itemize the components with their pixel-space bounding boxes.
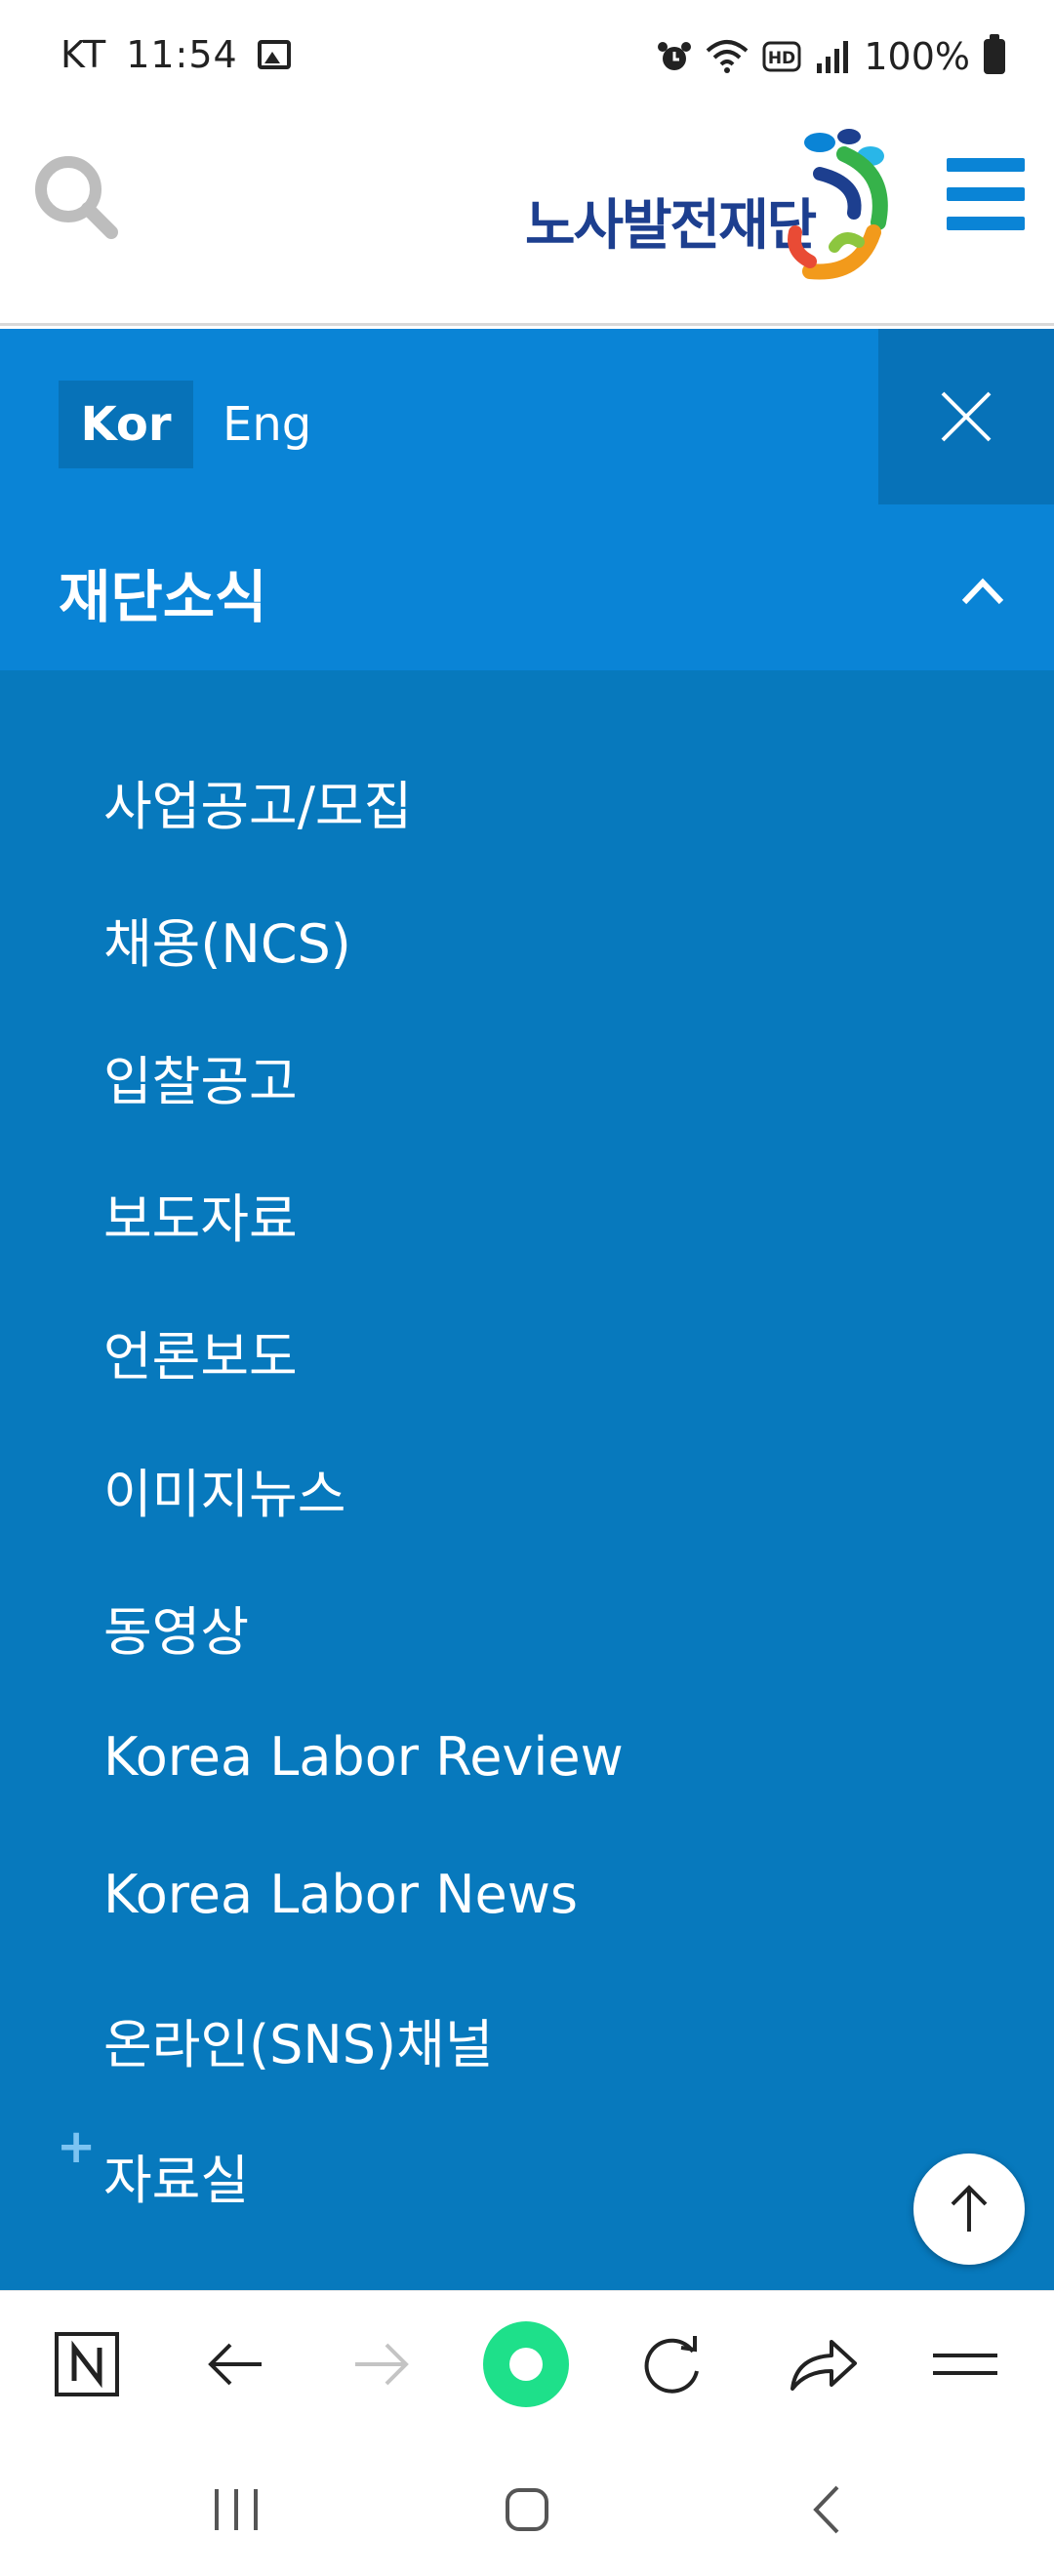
submenu-item-announcements[interactable]: 사업공고/모집 bbox=[103, 763, 412, 840]
section-title: 재단소식 bbox=[59, 564, 267, 630]
battery-icon bbox=[984, 34, 1005, 74]
status-right: HD 100% bbox=[657, 34, 1005, 78]
submenu-item-recruitment[interactable]: 채용(NCS) bbox=[103, 901, 351, 978]
search-icon[interactable] bbox=[27, 148, 125, 246]
lang-eng-button[interactable]: Eng bbox=[223, 381, 311, 468]
browser-toolbar bbox=[0, 2290, 1054, 2436]
hd-icon: HD bbox=[762, 41, 801, 72]
scroll-to-top-button[interactable] bbox=[913, 2153, 1025, 2265]
status-bar: KT 11:54 HD 100% bbox=[0, 0, 1054, 109]
foundation-logo[interactable]: 노사발전재단 bbox=[525, 115, 896, 291]
status-left: KT 11:54 bbox=[61, 33, 291, 76]
submenu-item-image-news[interactable]: 이미지뉴스 bbox=[103, 1451, 345, 1528]
submenu-item-media-coverage[interactable]: 언론보도 bbox=[103, 1313, 298, 1390]
carrier-label: KT bbox=[61, 33, 107, 76]
svg-text:HD: HD bbox=[768, 49, 795, 68]
lang-kor-button[interactable]: Kor bbox=[59, 381, 193, 468]
back-icon[interactable] bbox=[787, 2475, 865, 2544]
submenu-item-video[interactable]: 동영상 bbox=[103, 1589, 249, 1666]
alarm-icon bbox=[658, 42, 692, 70]
submenu-item-korea-labor-review[interactable]: Korea Labor Review bbox=[103, 1726, 624, 1788]
hamburger-menu-icon[interactable] bbox=[947, 158, 1025, 236]
naver-n-icon[interactable] bbox=[43, 2320, 131, 2408]
close-menu-button[interactable] bbox=[878, 329, 1054, 504]
site-header: 노사발전재단 bbox=[0, 109, 1054, 326]
submenu-item-sns-channel[interactable]: 온라인(SNS)채널 bbox=[103, 2001, 493, 2078]
system-nav-bar bbox=[0, 2436, 1054, 2576]
logo-mark-icon bbox=[788, 129, 888, 280]
home-icon[interactable] bbox=[488, 2475, 566, 2544]
submenu-item-bidding[interactable]: 입찰공고 bbox=[103, 1038, 298, 1115]
refresh-icon[interactable] bbox=[628, 2320, 716, 2408]
image-icon bbox=[257, 40, 291, 69]
share-icon[interactable] bbox=[777, 2320, 865, 2408]
battery-percent: 100% bbox=[864, 35, 970, 78]
close-icon bbox=[941, 391, 992, 442]
menu-section-header[interactable]: 재단소식 bbox=[0, 504, 1054, 670]
forward-arrow-icon[interactable] bbox=[338, 2320, 426, 2408]
home-dot-icon[interactable] bbox=[482, 2320, 570, 2408]
arrow-up-icon bbox=[951, 2185, 988, 2232]
submenu-item-press-release[interactable]: 보도자료 bbox=[103, 1176, 298, 1253]
chevron-up-icon[interactable] bbox=[958, 571, 1007, 610]
submenu-item-korea-labor-news[interactable]: Korea Labor News bbox=[103, 1864, 578, 1925]
submenu-item-archive[interactable]: 자료실 bbox=[103, 2137, 249, 2214]
plus-icon: + bbox=[57, 2119, 97, 2174]
menu-lines-icon[interactable] bbox=[921, 2320, 1009, 2408]
back-arrow-icon[interactable] bbox=[191, 2320, 279, 2408]
language-bar: Kor Eng bbox=[0, 329, 1054, 504]
clock: 11:54 bbox=[126, 33, 238, 76]
recent-apps-icon[interactable] bbox=[197, 2475, 275, 2544]
wifi-icon bbox=[707, 40, 749, 73]
signal-icon bbox=[817, 41, 849, 73]
